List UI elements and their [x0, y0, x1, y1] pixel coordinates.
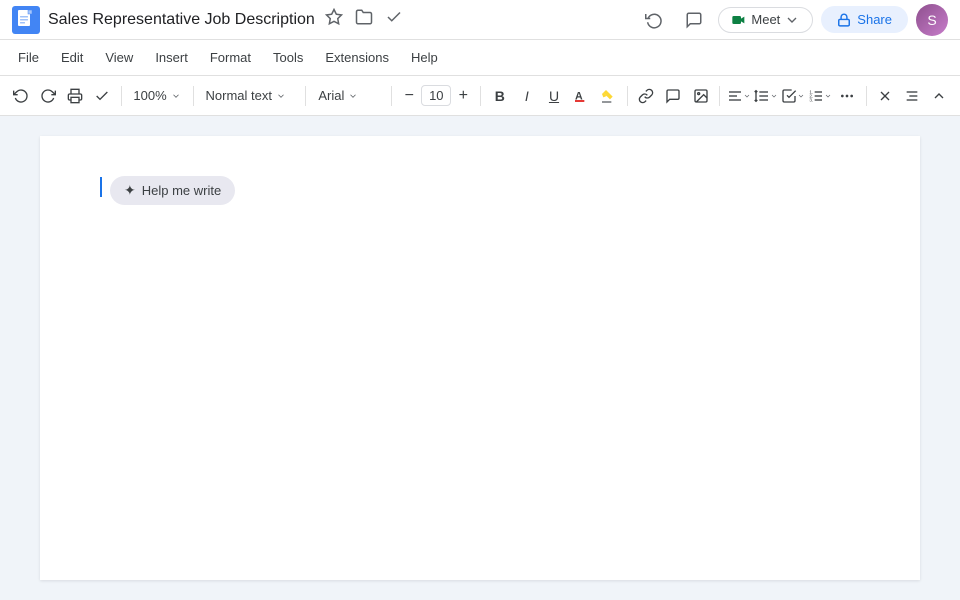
menu-format[interactable]: Format	[200, 46, 261, 69]
font-value: Arial	[318, 88, 344, 103]
cursor-line: ✦ Help me write	[100, 176, 860, 205]
divider-6	[627, 86, 628, 106]
title-bar-left: Sales Representative Job Description	[12, 6, 638, 34]
bold-label: B	[495, 88, 505, 104]
underline-label: U	[549, 88, 559, 104]
undo-button[interactable]	[8, 82, 33, 110]
font-size-decrease[interactable]: −	[398, 85, 420, 107]
meet-button[interactable]: Meet	[718, 7, 813, 33]
menu-bar: File Edit View Insert Format Tools Exten…	[0, 40, 960, 76]
menu-insert[interactable]: Insert	[145, 46, 198, 69]
comment-icon-btn[interactable]	[678, 4, 710, 36]
title-bar-right: Meet Share S	[638, 4, 948, 36]
user-avatar[interactable]: S	[916, 4, 948, 36]
document-page: ✦ Help me write	[40, 136, 920, 580]
divider-2	[193, 86, 194, 106]
title-bar: Sales Representative Job Description	[0, 0, 960, 40]
numbered-list-button[interactable]: 1. 2. 3.	[807, 82, 832, 110]
clear-formatting-button[interactable]	[872, 82, 897, 110]
svg-text:3.: 3.	[809, 97, 813, 102]
italic-label: I	[525, 88, 529, 104]
font-size-input[interactable]	[421, 85, 451, 106]
divider-5	[480, 86, 481, 106]
line-spacing-button[interactable]	[753, 82, 778, 110]
menu-file[interactable]: File	[8, 46, 49, 69]
menu-tools[interactable]: Tools	[263, 46, 313, 69]
divider-8	[866, 86, 867, 106]
more-formatting-button[interactable]	[834, 82, 859, 110]
redo-button[interactable]	[35, 82, 60, 110]
italic-button[interactable]: I	[514, 82, 539, 110]
zoom-select[interactable]: 100%	[127, 86, 186, 105]
menu-extensions[interactable]: Extensions	[315, 46, 399, 69]
link-button[interactable]	[634, 82, 659, 110]
history-icon-btn[interactable]	[638, 4, 670, 36]
underline-button[interactable]: U	[541, 82, 566, 110]
help-me-write-button[interactable]: ✦ Help me write	[110, 176, 235, 205]
format-options-button[interactable]	[900, 82, 925, 110]
share-button[interactable]: Share	[821, 6, 908, 33]
print-button[interactable]	[62, 82, 87, 110]
divider-3	[305, 86, 306, 106]
divider-1	[121, 86, 122, 106]
collapse-toolbar-button[interactable]	[927, 82, 952, 110]
style-value: Normal text	[206, 88, 272, 103]
text-color-button[interactable]: A	[569, 82, 594, 110]
doc-title: Sales Representative Job Description	[48, 11, 315, 29]
font-size-increase[interactable]: +	[452, 85, 474, 107]
style-select[interactable]: Normal text	[200, 86, 300, 105]
divider-4	[391, 86, 392, 106]
spellcheck-button[interactable]	[89, 82, 114, 110]
checklist-button[interactable]	[780, 82, 805, 110]
toolbar: 100% Normal text Arial − + B I U	[0, 76, 960, 116]
menu-help[interactable]: Help	[401, 46, 448, 69]
move-icon[interactable]	[353, 6, 375, 33]
sparkle-icon: ✦	[124, 182, 136, 199]
document-area: ✦ Help me write	[0, 116, 960, 600]
font-select[interactable]: Arial	[312, 86, 385, 105]
meet-button-label: Meet	[751, 12, 780, 27]
menu-view[interactable]: View	[95, 46, 143, 69]
help-write-label: Help me write	[142, 183, 221, 198]
add-comment-button[interactable]	[661, 82, 686, 110]
avatar-initial: S	[927, 12, 936, 28]
align-button[interactable]	[726, 82, 751, 110]
docs-icon	[12, 6, 40, 34]
divider-7	[719, 86, 720, 106]
font-size-container: − +	[398, 85, 474, 107]
menu-edit[interactable]: Edit	[51, 46, 93, 69]
star-icon[interactable]	[323, 6, 345, 33]
highlight-button[interactable]	[596, 82, 621, 110]
share-button-label: Share	[857, 12, 892, 27]
zoom-value: 100%	[133, 88, 166, 103]
text-cursor	[100, 177, 102, 197]
cloud-saved-icon[interactable]	[383, 6, 405, 33]
bold-button[interactable]: B	[487, 82, 512, 110]
insert-image-button[interactable]	[688, 82, 713, 110]
